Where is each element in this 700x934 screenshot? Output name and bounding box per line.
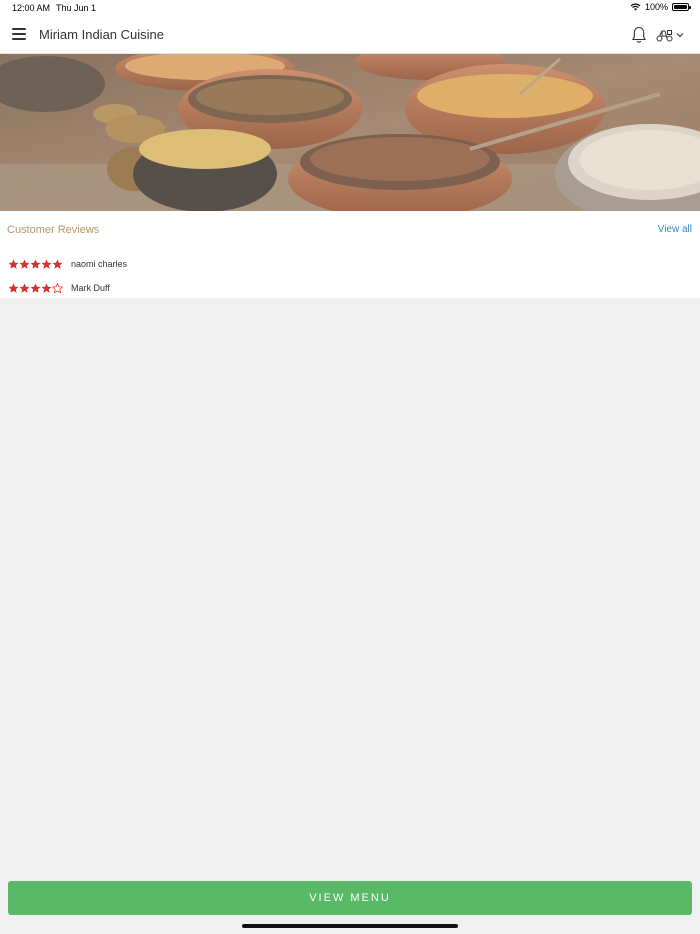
star-filled-icon xyxy=(41,259,52,269)
star-empty-icon xyxy=(52,282,63,293)
delivery-mode-selector[interactable] xyxy=(656,27,690,43)
status-right: 100% xyxy=(630,2,691,12)
star-filled-icon xyxy=(41,283,52,293)
scooter-icon xyxy=(656,30,673,42)
reviews-title: Customer Reviews xyxy=(7,224,100,236)
star-filled-icon xyxy=(52,259,63,269)
star-rating xyxy=(8,259,71,270)
customer-reviews-section: Customer Reviews View all naomi charles … xyxy=(0,211,700,298)
bell-icon[interactable] xyxy=(631,26,647,44)
chevron-down-icon xyxy=(676,33,684,38)
review-item[interactable]: Mark Duff xyxy=(8,281,110,295)
star-filled-icon xyxy=(30,259,41,269)
reviewer-name: naomi charles xyxy=(71,259,128,269)
home-indicator[interactable] xyxy=(242,924,458,928)
hero-food-image xyxy=(0,54,700,211)
star-filled-icon xyxy=(30,283,41,293)
content-area xyxy=(0,298,700,876)
star-filled-icon xyxy=(8,259,19,269)
status-bar: 12:00 AM Thu Jun 1 100% xyxy=(0,0,700,17)
battery-icon xyxy=(672,3,691,11)
star-filled-icon xyxy=(19,283,30,293)
star-filled-icon xyxy=(8,283,19,293)
view-menu-button[interactable]: VIEW MENU xyxy=(8,881,692,915)
star-rating xyxy=(8,282,71,294)
reviewer-name: Mark Duff xyxy=(71,283,110,293)
battery-percent: 100% xyxy=(644,2,668,12)
status-time: 12:00 AM xyxy=(12,3,51,13)
review-item[interactable]: naomi charles xyxy=(8,257,127,271)
nav-bar: Miriam Indian Cuisine xyxy=(0,17,700,54)
status-date: Thu Jun 1 xyxy=(56,3,97,13)
menu-icon[interactable] xyxy=(12,28,26,41)
view-all-reviews-link[interactable]: View all xyxy=(658,224,692,235)
page-title: Miriam Indian Cuisine xyxy=(39,27,164,42)
wifi-icon xyxy=(630,3,641,11)
star-filled-icon xyxy=(19,259,30,269)
